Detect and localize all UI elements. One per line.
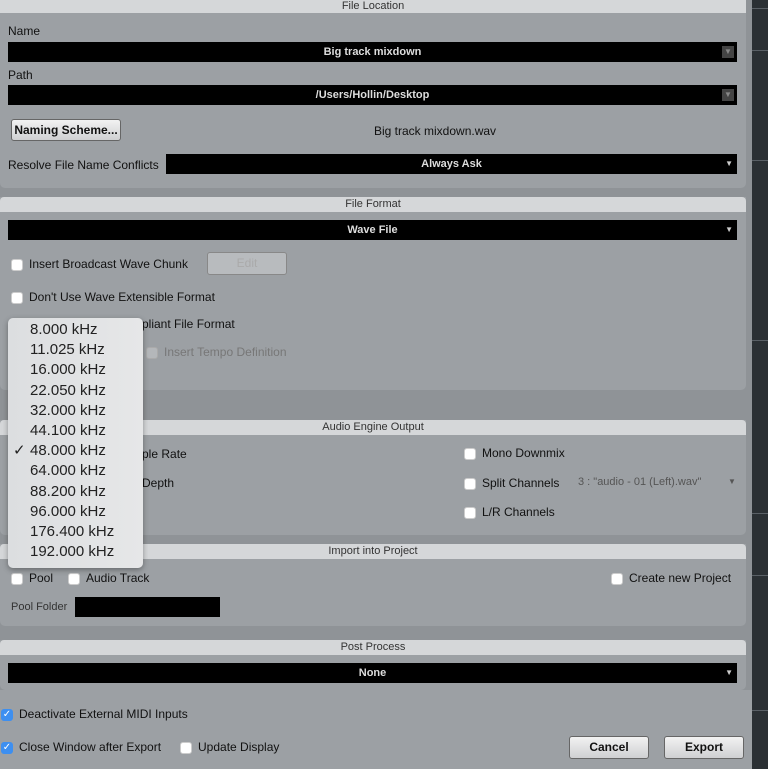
sample-rate-option[interactable]: ✓ 48.000 kHz <box>8 441 143 461</box>
option-label: 44.100 kHz <box>30 421 106 439</box>
split-channels-checkbox[interactable] <box>464 478 476 490</box>
name-value: Big track mixdown <box>323 46 422 58</box>
sample-rate-option[interactable]: 16.000 kHz <box>8 360 143 380</box>
dropdown-arrow-icon[interactable]: ▼ <box>722 46 734 58</box>
path-label: Path <box>8 68 33 82</box>
sample-rate-option[interactable]: 176.400 kHz <box>8 522 143 542</box>
insert-tempo-label: Insert Tempo Definition <box>164 345 287 359</box>
sample-rate-option[interactable]: 96.000 kHz <box>8 502 143 522</box>
filename-preview: Big track mixdown.wav <box>374 124 497 138</box>
split-channels-select[interactable]: 3 : "audio - 01 (Left).wav" <box>578 476 701 488</box>
option-label: 22.050 kHz <box>30 381 106 399</box>
update-display-checkbox[interactable] <box>180 742 192 754</box>
option-label: 192.000 kHz <box>30 543 115 561</box>
deactivate-midi-checkbox[interactable]: ✓ <box>1 709 13 721</box>
background-window <box>752 0 768 769</box>
option-label: 32.000 kHz <box>30 401 106 419</box>
mono-downmix-label: Mono Downmix <box>482 446 565 460</box>
format-value: Wave File <box>347 224 398 236</box>
cancel-button[interactable]: Cancel <box>569 736 649 759</box>
pool-label: Pool <box>29 571 54 585</box>
option-label: 8.000 kHz <box>30 321 98 338</box>
sample-rate-option[interactable]: 22.050 kHz <box>8 381 143 401</box>
option-label: 176.400 kHz <box>30 522 115 540</box>
close-window-label: Close Window after Export <box>19 740 162 754</box>
mono-downmix-checkbox[interactable] <box>464 448 476 460</box>
close-window-checkbox[interactable]: ✓ <box>1 742 13 754</box>
file-format-select[interactable]: Wave File ▼ <box>8 220 737 240</box>
dont-use-wave-ext-checkbox[interactable] <box>11 292 23 304</box>
insert-bwc-label: Insert Broadcast Wave Chunk <box>29 257 188 271</box>
export-button[interactable]: Export <box>664 736 744 759</box>
sample-rate-option[interactable]: 44.100 kHz <box>8 421 143 441</box>
pool-checkbox[interactable] <box>11 573 23 585</box>
file-location-header: File Location <box>0 0 746 13</box>
option-label: 48.000 kHz <box>30 442 106 460</box>
chevron-down-icon: ▼ <box>725 668 733 677</box>
post-process-select[interactable]: None ▼ <box>8 663 737 683</box>
resolve-value: Always Ask <box>421 158 482 170</box>
compliant-format-label: pliant File Format <box>142 317 235 331</box>
dropdown-arrow-icon[interactable]: ▼ <box>722 89 734 101</box>
path-field[interactable]: /Users/Hollin/Desktop ▼ <box>8 85 737 105</box>
resolve-conflicts-select[interactable]: Always Ask ▼ <box>166 154 737 174</box>
pool-folder-field[interactable] <box>75 597 220 617</box>
post-process-value: None <box>358 667 387 679</box>
edit-button[interactable]: Edit <box>207 252 287 275</box>
resolve-conflicts-label: Resolve File Name Conflicts <box>8 158 159 172</box>
bit-depth-label: Depth <box>142 476 175 490</box>
insert-tempo-checkbox[interactable] <box>146 347 158 359</box>
lr-channels-label: L/R Channels <box>482 505 555 519</box>
option-label: 96.000 kHz <box>30 502 106 520</box>
update-display-label: Update Display <box>198 740 280 754</box>
name-field[interactable]: Big track mixdown ▼ <box>8 42 737 62</box>
sample-rate-option[interactable]: 64.000 kHz <box>8 461 143 481</box>
option-label: 64.000 kHz <box>30 462 106 480</box>
option-label: 88.200 kHz <box>30 482 106 500</box>
naming-scheme-button[interactable]: Naming Scheme... <box>11 119 121 141</box>
sample-rate-label: ple Rate <box>142 447 187 461</box>
insert-bwc-checkbox[interactable] <box>11 259 23 271</box>
path-value: /Users/Hollin/Desktop <box>315 89 430 101</box>
dont-use-wave-ext-label: Don't Use Wave Extensible Format <box>29 290 215 304</box>
checkmark-icon: ✓ <box>13 442 26 460</box>
file-format-header: File Format <box>0 197 746 212</box>
sample-rate-option[interactable]: 88.200 kHz <box>8 482 143 502</box>
chevron-down-icon: ▼ <box>728 477 736 486</box>
sample-rate-option[interactable]: 192.000 kHz <box>8 542 143 562</box>
deactivate-midi-label: Deactivate External MIDI Inputs <box>19 707 188 721</box>
sample-rate-menu: 8.000 kHz 11.025 kHz 16.000 kHz 22.050 kHz 3… <box>8 318 143 568</box>
name-label: Name <box>8 24 41 38</box>
option-label: 11.025 kHz <box>30 341 105 359</box>
sample-rate-option[interactable]: 32.000 kHz <box>8 401 143 421</box>
lr-channels-checkbox[interactable] <box>464 507 476 519</box>
create-new-project-label: Create new Project <box>629 571 732 585</box>
pool-folder-label: Pool Folder <box>11 601 68 613</box>
post-process-header: Post Process <box>0 640 746 655</box>
audio-track-label: Audio Track <box>86 571 150 585</box>
chevron-down-icon: ▼ <box>725 225 733 234</box>
chevron-down-icon: ▼ <box>725 159 733 168</box>
option-label: 16.000 kHz <box>30 361 106 379</box>
audio-track-checkbox[interactable] <box>68 573 80 585</box>
create-new-project-checkbox[interactable] <box>611 573 623 585</box>
sample-rate-option[interactable]: 11.025 kHz <box>8 340 143 360</box>
split-channels-label: Split Channels <box>482 476 560 490</box>
sample-rate-option[interactable]: 8.000 kHz <box>8 320 143 340</box>
